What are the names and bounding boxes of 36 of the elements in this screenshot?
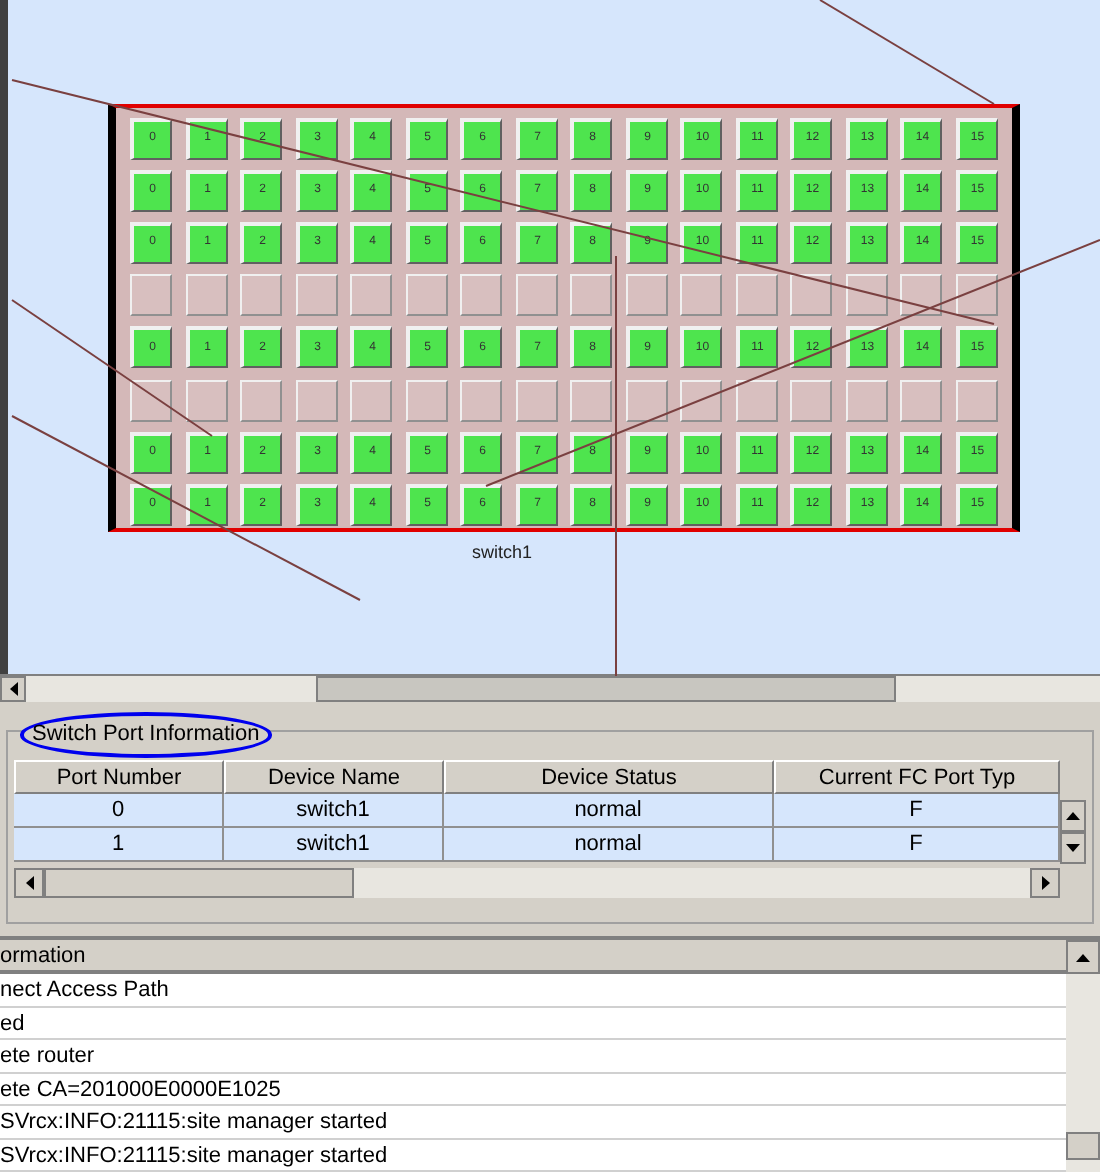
column-header[interactable]: ormation bbox=[0, 940, 1066, 975]
table-cell: switch1 bbox=[224, 828, 444, 863]
table-cell: 1 bbox=[14, 828, 224, 863]
log-row[interactable]: ete CA=201000E0000E1025 bbox=[0, 1073, 1066, 1107]
scroll-up-button[interactable] bbox=[1066, 940, 1100, 975]
up-arrow-icon bbox=[1066, 812, 1080, 821]
up-arrow-icon bbox=[1076, 953, 1090, 962]
scroll-left-button[interactable] bbox=[0, 676, 26, 703]
table-cell: 0 bbox=[14, 794, 224, 829]
table-cell: normal bbox=[444, 794, 774, 829]
column-header[interactable]: Device Name bbox=[224, 760, 444, 795]
scrollbar-thumb[interactable] bbox=[1066, 1132, 1100, 1161]
scrollbar-thumb[interactable] bbox=[316, 676, 896, 703]
log-row[interactable]: ed bbox=[0, 1007, 1066, 1041]
table-cell: normal bbox=[444, 828, 774, 863]
scroll-right-button[interactable] bbox=[1030, 868, 1060, 899]
scroll-down-button[interactable] bbox=[1060, 832, 1086, 865]
column-header[interactable]: Device Status bbox=[444, 760, 774, 795]
table-cell: F bbox=[774, 794, 1060, 829]
scrollbar-thumb[interactable] bbox=[44, 868, 354, 899]
column-header[interactable]: Port Number bbox=[14, 760, 224, 795]
left-arrow-icon bbox=[25, 876, 33, 891]
scroll-left-button[interactable] bbox=[14, 868, 44, 899]
log-row[interactable]: nect Access Path bbox=[0, 974, 1066, 1008]
log-row[interactable]: SVrcx:INFO:21115:site manager started bbox=[0, 1106, 1066, 1140]
table-cell: switch1 bbox=[224, 794, 444, 829]
log-row[interactable]: ete router bbox=[0, 1040, 1066, 1074]
left-arrow-icon bbox=[9, 682, 17, 697]
log-row[interactable]: SVrcx:INFO:21115:site manager started bbox=[0, 1139, 1066, 1172]
switch-label: switch1 bbox=[472, 540, 533, 566]
scroll-up-button[interactable] bbox=[1060, 800, 1086, 833]
down-arrow-icon bbox=[1066, 844, 1080, 853]
panel-title: Switch Port Information bbox=[20, 712, 272, 758]
table-cell: F bbox=[774, 828, 1060, 863]
right-arrow-icon bbox=[1041, 876, 1049, 891]
column-header[interactable]: Current FC Port Typ bbox=[774, 760, 1060, 795]
